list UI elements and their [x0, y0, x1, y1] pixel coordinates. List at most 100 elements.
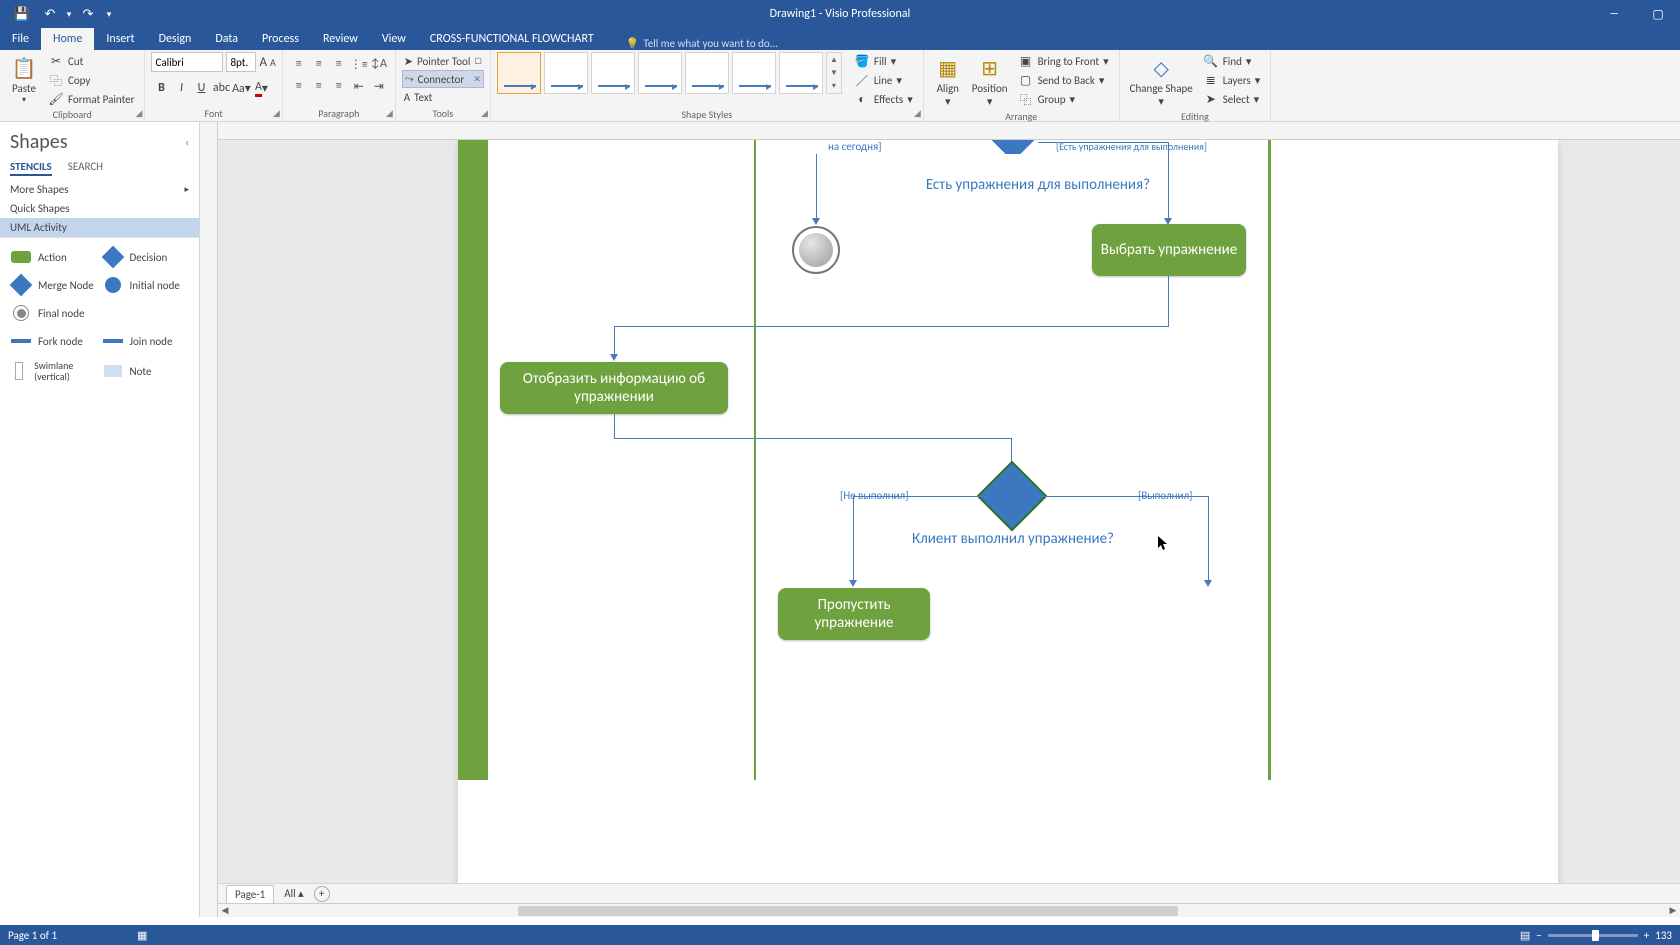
fill-button[interactable]: 🪣Fill▾: [850, 52, 917, 70]
action-skip[interactable]: Пропустить упражнение: [778, 588, 930, 640]
connector[interactable]: [816, 154, 817, 219]
shape-merge[interactable]: Merge Node: [10, 276, 98, 294]
align-right-button[interactable]: ≡: [329, 76, 349, 96]
style-preset-1[interactable]: [497, 52, 541, 94]
swimlane-divider[interactable]: [754, 140, 756, 780]
style-gallery-more[interactable]: ▲▼▾: [826, 52, 842, 94]
more-shapes-row[interactable]: More Shapes▸: [0, 180, 199, 199]
font-size-combo[interactable]: [226, 52, 256, 72]
dec-indent-button[interactable]: ⇤: [349, 76, 369, 96]
connector[interactable]: [614, 326, 1169, 327]
tab-insert[interactable]: Insert: [94, 28, 146, 50]
find-button[interactable]: 🔍Find▾: [1199, 52, 1265, 70]
undo-button[interactable]: ↶: [36, 2, 64, 26]
uml-activity-stencil[interactable]: UML Activity: [0, 218, 199, 237]
pointer-tool-button[interactable]: ➤Pointer Tool▢: [402, 52, 484, 70]
search-tab[interactable]: SEARCH: [68, 160, 103, 176]
scroll-right-button[interactable]: ▶: [1666, 904, 1680, 918]
view-normal-button[interactable]: ▤: [1520, 929, 1530, 942]
action-pick[interactable]: Выбрать упражнение: [1092, 224, 1246, 276]
shrink-font-button[interactable]: A: [270, 56, 276, 69]
redo-button[interactable]: ↷: [74, 2, 102, 26]
shape-note[interactable]: Note: [102, 360, 190, 382]
shape-action[interactable]: Action: [10, 248, 98, 266]
tab-data[interactable]: Data: [203, 28, 250, 50]
zoom-label[interactable]: 133: [1655, 929, 1672, 942]
swimlane-header-column[interactable]: [461, 140, 488, 780]
page-tab-1[interactable]: Page-1: [226, 885, 274, 903]
dialog-launcher[interactable]: ◢: [273, 108, 280, 119]
connector[interactable]: [853, 496, 854, 582]
macro-icon[interactable]: ▦: [137, 929, 147, 942]
align-center-button[interactable]: ≡: [309, 76, 329, 96]
qat-customize[interactable]: ▾: [102, 2, 116, 26]
tab-home[interactable]: Home: [41, 28, 94, 50]
action-show[interactable]: Отобразить информацию об упражнении: [500, 362, 728, 414]
tab-view[interactable]: View: [370, 28, 418, 50]
dialog-launcher[interactable]: ◢: [386, 108, 393, 119]
tell-me-search[interactable]: 💡Tell me what you want to do...: [626, 37, 778, 50]
connector[interactable]: [1168, 276, 1169, 326]
align-top-button[interactable]: ≡: [289, 54, 309, 74]
vertical-ruler[interactable]: [200, 122, 218, 917]
canvas-viewport[interactable]: [Есть упражнения для выполнения] на сего…: [218, 140, 1680, 887]
dialog-launcher[interactable]: ◢: [914, 108, 921, 119]
paste-button[interactable]: 📋 Paste▾: [6, 52, 42, 107]
connector[interactable]: [1208, 496, 1209, 582]
decision-2[interactable]: [978, 462, 1046, 530]
text-tool-button[interactable]: AText: [402, 88, 484, 106]
connector-tool-button[interactable]: ⤳Connector✕: [402, 70, 484, 88]
case-button[interactable]: Aa▾: [231, 78, 251, 98]
scroll-thumb[interactable]: [518, 906, 1178, 916]
style-preset-6[interactable]: [732, 52, 776, 94]
tab-review[interactable]: Review: [311, 28, 370, 50]
send-to-back-button[interactable]: ▢Send to Back▾: [1014, 71, 1113, 89]
horizontal-scrollbar[interactable]: ◀ ▶: [218, 903, 1680, 917]
layers-button[interactable]: ≣Layers▾: [1199, 71, 1265, 89]
zoom-in-button[interactable]: +: [1644, 929, 1649, 942]
tab-file[interactable]: File: [0, 28, 41, 50]
change-shape-button[interactable]: ◇Change Shape▾: [1126, 52, 1197, 110]
quick-shapes-row[interactable]: Quick Shapes: [0, 199, 199, 218]
inc-indent-button[interactable]: ⇥: [369, 76, 389, 96]
tab-cross-functional[interactable]: CROSS-FUNCTIONAL FLOWCHART: [418, 28, 606, 50]
save-button[interactable]: 💾: [8, 2, 36, 26]
format-painter-button[interactable]: 🖌Format Painter: [44, 90, 138, 108]
select-button[interactable]: ➤Select▾: [1199, 90, 1265, 108]
underline-button[interactable]: U: [191, 78, 211, 98]
effects-button[interactable]: ◐Effects▾: [850, 90, 917, 108]
group-button[interactable]: ⿻Group▾: [1014, 90, 1113, 108]
add-page-button[interactable]: +: [314, 886, 330, 902]
italic-button[interactable]: I: [171, 78, 191, 98]
connector[interactable]: [614, 326, 615, 356]
minimize-button[interactable]: ―: [1592, 0, 1636, 28]
bold-button[interactable]: B: [151, 78, 171, 98]
dialog-launcher[interactable]: ◢: [136, 108, 143, 119]
maximize-button[interactable]: ▢: [1636, 0, 1680, 28]
text-direction-button[interactable]: ↕A: [369, 54, 389, 74]
style-preset-4[interactable]: [638, 52, 682, 94]
shape-decision[interactable]: Decision: [102, 248, 190, 266]
line-button[interactable]: ／Line▾: [850, 71, 917, 89]
shape-fork[interactable]: Fork node: [10, 332, 98, 350]
zoom-slider[interactable]: [1548, 934, 1638, 937]
style-preset-5[interactable]: [685, 52, 729, 94]
collapse-pane-button[interactable]: ‹: [185, 136, 189, 149]
bullets-button[interactable]: ⋮≡: [349, 54, 369, 74]
align-middle-button[interactable]: ≡: [309, 54, 329, 74]
all-pages-button[interactable]: All ▴: [284, 887, 303, 900]
shape-final[interactable]: Final node: [10, 304, 98, 322]
drawing-page[interactable]: [Есть упражнения для выполнения] на сего…: [458, 140, 1558, 887]
font-color-button[interactable]: A▾: [251, 78, 271, 98]
question-1-text[interactable]: Есть упражнения для выполнения?: [878, 176, 1198, 194]
tab-process[interactable]: Process: [250, 28, 311, 50]
decision-top-partial[interactable]: [988, 140, 1038, 154]
grow-font-button[interactable]: A: [259, 55, 267, 70]
connector[interactable]: [1038, 142, 1168, 143]
align-bottom-button[interactable]: ≡: [329, 54, 349, 74]
undo-more[interactable]: ▾: [64, 2, 74, 26]
zoom-out-button[interactable]: −: [1536, 929, 1541, 942]
tab-design[interactable]: Design: [147, 28, 204, 50]
align-button[interactable]: ▦Align▾: [930, 52, 966, 110]
dialog-launcher[interactable]: ◢: [481, 108, 488, 119]
